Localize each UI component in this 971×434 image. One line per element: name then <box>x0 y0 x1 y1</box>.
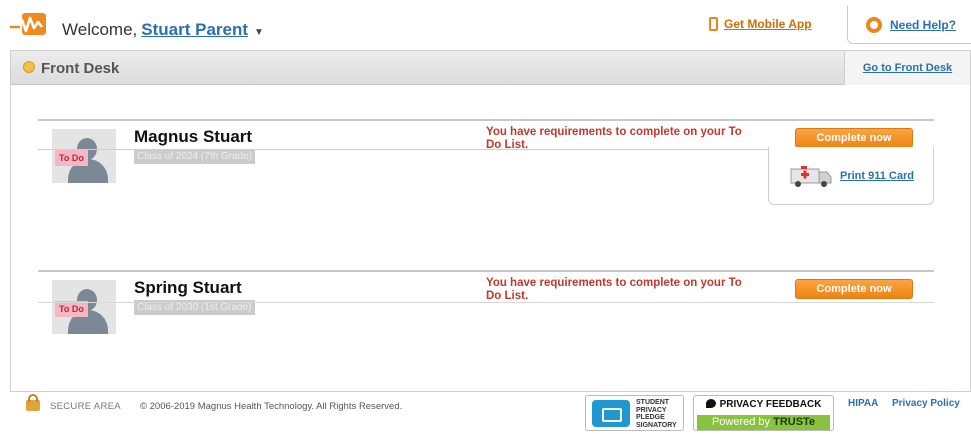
student-row: To Do Spring Stuart Class of 2030 (1st G… <box>38 270 934 350</box>
front-desk-header: Front Desk Go to Front Desk <box>11 51 970 85</box>
user-menu-link[interactable]: Stuart Parent <box>141 20 248 39</box>
complete-now-button[interactable]: Complete now <box>795 128 913 148</box>
powered-by-label: Powered by <box>711 416 771 428</box>
need-help-button[interactable]: Need Help? <box>847 6 971 44</box>
chevron-down-icon[interactable]: ▼ <box>254 27 264 38</box>
requirements-message: You have requirements to complete on you… <box>486 277 742 302</box>
privacy-feedback-title: PRIVACY FEEDBACK <box>694 399 833 410</box>
phone-icon <box>709 17 718 31</box>
copyright-text: © 2006-2019 Magnus Health Technology. Al… <box>140 401 403 412</box>
need-help-label: Need Help? <box>890 17 957 32</box>
pledge-line: SIGNATORY <box>636 421 677 429</box>
student-class: Class of 2024 (7th Grade) <box>134 149 256 164</box>
lifebuoy-icon <box>866 16 882 33</box>
student-avatar: To Do <box>52 129 116 183</box>
privacy-feedback-label: PRIVACY FEEDBACK <box>719 399 822 410</box>
powered-by-truste: Powered by TRUSTe <box>697 415 830 430</box>
info-icon <box>23 61 35 73</box>
go-to-front-desk-link[interactable]: Go to Front Desk <box>844 51 970 85</box>
get-mobile-app-link[interactable]: Get Mobile App <box>709 17 812 31</box>
pledge-monitor-icon <box>592 400 630 427</box>
lock-icon <box>26 394 40 411</box>
welcome-text: Welcome, <box>62 20 138 39</box>
todo-badge: To Do <box>55 301 88 317</box>
pledge-line: STUDENT <box>636 399 670 406</box>
privacy-feedback-badge[interactable]: PRIVACY FEEDBACK Powered by TRUSTe <box>693 395 834 431</box>
pledge-line: PLEDGE <box>636 414 665 421</box>
print-911-card-link[interactable]: Print 911 Card <box>840 170 914 182</box>
truste-label: TRUSTe <box>773 416 816 428</box>
get-mobile-app-label: Get Mobile App <box>724 17 812 31</box>
student-avatar: To Do <box>52 280 116 334</box>
hipaa-link[interactable]: HIPAA <box>848 398 878 409</box>
ambulance-icon <box>790 166 832 187</box>
todo-badge: To Do <box>55 150 88 166</box>
student-name: Spring Stuart <box>134 278 242 297</box>
divider <box>38 302 934 303</box>
secure-area-label: SECURE AREA <box>50 401 121 412</box>
privacy-policy-link[interactable]: Privacy Policy <box>892 398 960 409</box>
footer: SECURE AREA © 2006-2019 Magnus Health Te… <box>0 392 971 434</box>
divider <box>38 149 790 150</box>
welcome-greeting: Welcome, Stuart Parent ▼ <box>62 20 264 40</box>
complete-now-button[interactable]: Complete now <box>795 279 913 299</box>
top-bar: Welcome, Stuart Parent ▼ Get Mobile App Ne… <box>0 0 971 50</box>
print-911-card-box[interactable]: Print 911 Card <box>768 147 934 205</box>
pledge-text: STUDENT PRIVACY PLEDGE SIGNATORY <box>636 399 677 429</box>
magnus-logo-icon[interactable] <box>8 12 52 36</box>
pledge-line: PRIVACY <box>636 406 667 414</box>
student-name: Magnus Stuart <box>134 127 253 146</box>
speech-bubble-icon <box>705 399 716 408</box>
front-desk-title: Front Desk <box>41 60 120 77</box>
student-privacy-pledge-badge[interactable]: STUDENT PRIVACY PLEDGE SIGNATORY <box>585 395 684 431</box>
